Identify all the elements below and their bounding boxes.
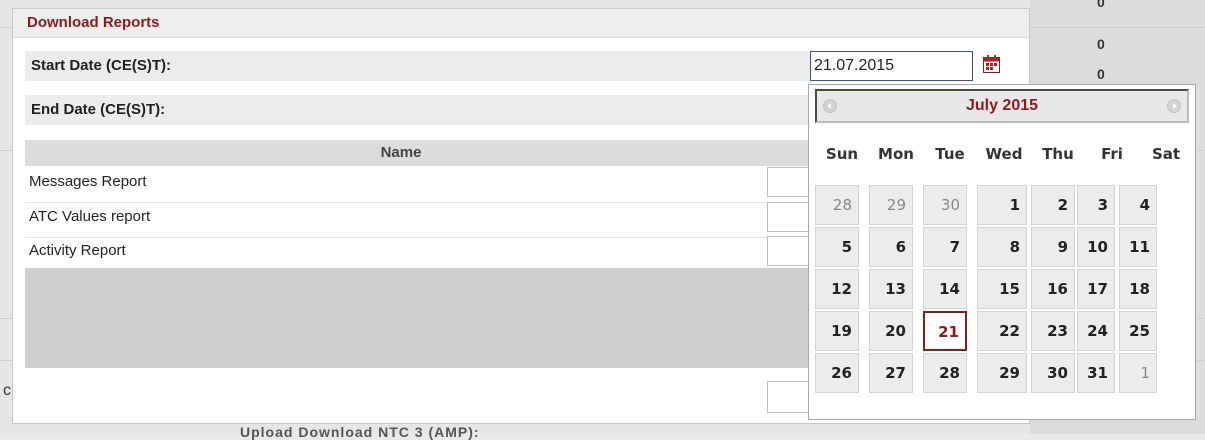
empty-table-area — [25, 268, 825, 368]
calendar-day[interactable]: 30 — [1031, 353, 1075, 393]
calendar-day[interactable]: 29 — [977, 353, 1027, 393]
weekday-label: Tue — [935, 145, 965, 163]
calendar-day[interactable]: 1 — [1119, 353, 1157, 393]
calendar-day[interactable]: 19 — [815, 311, 859, 351]
calendar-day[interactable]: 28 — [815, 185, 859, 225]
calendar-day[interactable]: 23 — [1031, 311, 1075, 351]
start-date-label: Start Date (CE(S)T): — [25, 51, 813, 81]
dialog-title: Download Reports — [13, 9, 1029, 38]
background-value: 0 — [1097, 66, 1105, 82]
calendar-day[interactable]: 9 — [1031, 227, 1075, 267]
calendar-day[interactable]: 2 — [1031, 185, 1075, 225]
background-letter: c — [3, 382, 11, 399]
calendar-day[interactable]: 11 — [1119, 227, 1157, 267]
calendar-day[interactable]: 18 — [1119, 269, 1157, 309]
calendar-day[interactable]: 4 — [1119, 185, 1157, 225]
start-date-input[interactable]: 21.07.2015 — [810, 51, 973, 81]
calendar-day[interactable]: 27 — [869, 353, 913, 393]
calendar-month-title: July 2015 — [965, 97, 1039, 114]
calendar-header: July 2015 — [815, 89, 1189, 123]
weekday-label: Fri — [1101, 145, 1123, 163]
calendar-day[interactable]: 21 — [923, 311, 967, 351]
report-row-atc-values[interactable]: ATC Values report — [25, 204, 825, 238]
background-bottom-text: Upload Download NTC 3 (AMP): — [240, 424, 480, 440]
next-month-icon[interactable] — [1167, 99, 1181, 113]
report-row-messages[interactable]: Messages Report — [25, 169, 825, 203]
calendar-day[interactable]: 13 — [869, 269, 913, 309]
calendar-day[interactable]: 16 — [1031, 269, 1075, 309]
calendar-popup: July 2015 Sun Mon Tue Wed Thu Fri Sat 28… — [808, 84, 1196, 420]
calendar-day[interactable]: 8 — [977, 227, 1027, 267]
calendar-icon[interactable] — [983, 55, 1000, 73]
calendar-day[interactable]: 5 — [815, 227, 859, 267]
weekday-label: Thu — [1042, 145, 1074, 163]
calendar-day[interactable]: 6 — [869, 227, 913, 267]
calendar-day[interactable]: 28 — [923, 353, 967, 393]
calendar-day[interactable]: 26 — [815, 353, 859, 393]
calendar-day[interactable]: 12 — [815, 269, 859, 309]
calendar-day[interactable]: 20 — [869, 311, 913, 351]
calendar-day[interactable]: 14 — [923, 269, 967, 309]
calendar-day[interactable]: 30 — [923, 185, 967, 225]
weekday-header: Sun Mon Tue Wed Thu Fri Sat — [815, 145, 1193, 169]
calendar-day[interactable]: 17 — [1077, 269, 1115, 309]
calendar-day[interactable]: 15 — [977, 269, 1027, 309]
background-value: 0 — [1097, 36, 1105, 52]
calendar-day[interactable]: 24 — [1077, 311, 1115, 351]
name-column-header: Name — [25, 140, 777, 166]
calendar-day[interactable]: 1 — [977, 185, 1027, 225]
calendar-day[interactable]: 7 — [923, 227, 967, 267]
calendar-day[interactable]: 29 — [869, 185, 913, 225]
weekday-label: Mon — [878, 145, 914, 163]
report-row-activity[interactable]: Activity Report — [25, 238, 825, 272]
calendar-day[interactable]: 3 — [1077, 185, 1115, 225]
end-date-label: End Date (CE(S)T): — [25, 95, 813, 125]
background-value: 0 — [1097, 0, 1105, 10]
weekday-label: Sun — [825, 145, 859, 163]
calendar-day[interactable]: 22 — [977, 311, 1027, 351]
weekday-label: Wed — [985, 145, 1023, 163]
weekday-label: Sat — [1151, 145, 1181, 163]
calendar-day[interactable]: 25 — [1119, 311, 1157, 351]
calendar-day[interactable]: 31 — [1077, 353, 1115, 393]
calendar-day[interactable]: 10 — [1077, 227, 1115, 267]
